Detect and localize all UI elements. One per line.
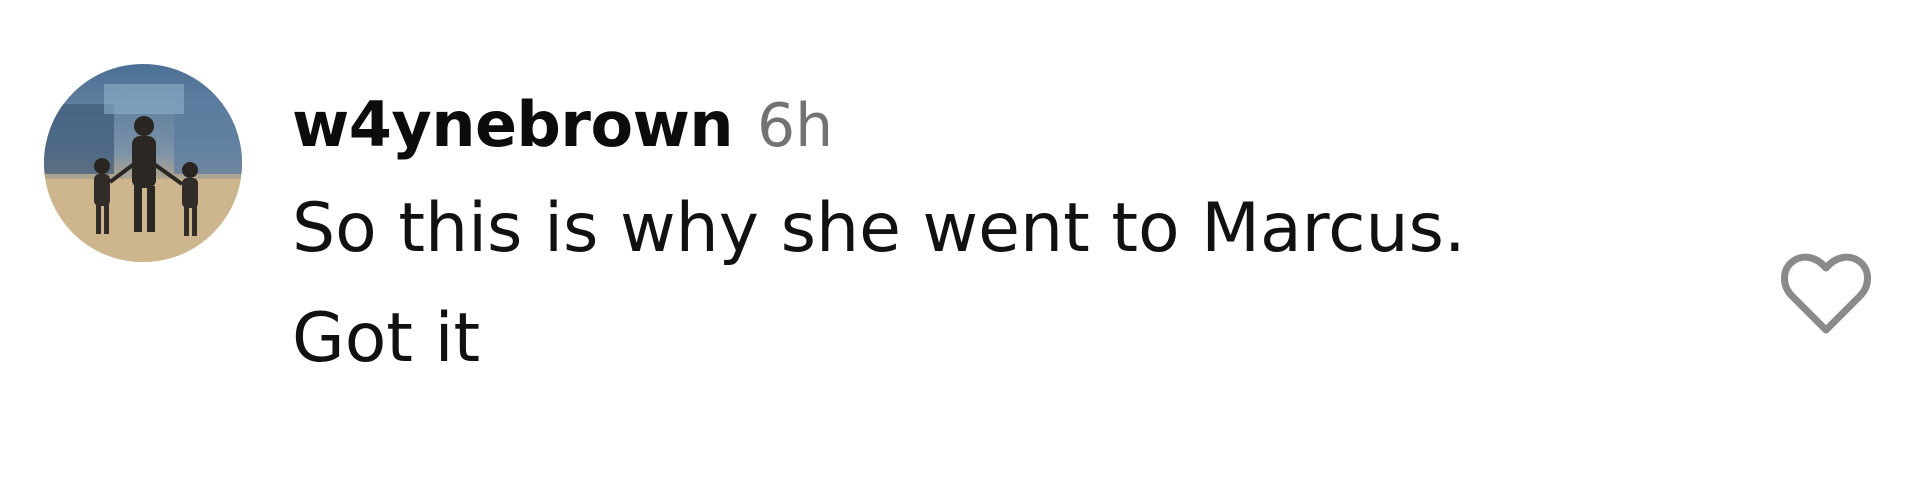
comment-text-line: Got it: [292, 299, 481, 378]
avatar-image: [44, 64, 242, 262]
heart-icon: [1781, 253, 1871, 334]
avatar[interactable]: [44, 64, 242, 262]
comment-text-line: So this is why she went to Marcus.: [292, 189, 1466, 268]
comment-body: w4ynebrown 6h So this is why she went to…: [292, 86, 1692, 394]
username[interactable]: w4ynebrown: [292, 86, 734, 164]
comment-text: So this is why she went to Marcus. Got i…: [292, 174, 1672, 394]
timestamp[interactable]: 6h: [757, 87, 833, 165]
comment-header: w4ynebrown 6h: [292, 86, 1692, 164]
like-button[interactable]: [1778, 250, 1874, 338]
comment-item: w4ynebrown 6h So this is why she went to…: [0, 0, 1920, 480]
